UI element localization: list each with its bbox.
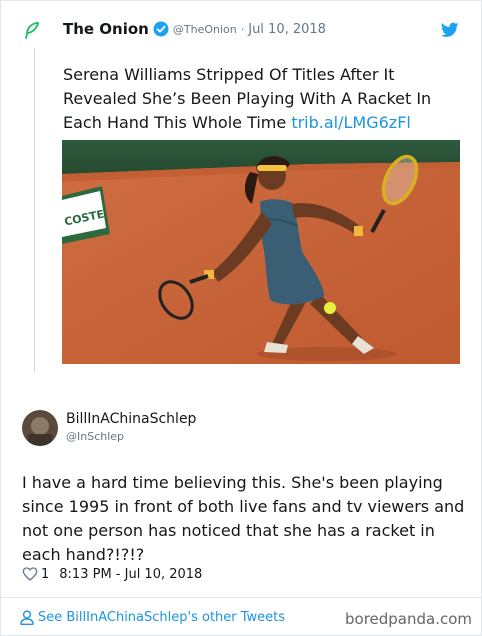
- tennis-player-photo[interactable]: COSTE: [62, 140, 460, 364]
- twitter-bird-icon[interactable]: [441, 22, 459, 38]
- heart-icon[interactable]: [22, 566, 38, 582]
- reply-author-name[interactable]: BillInAChinaSchlep: [66, 411, 196, 427]
- avatar-image: [22, 410, 58, 446]
- reply-tweet-text: I have a hard time believing this. She's…: [22, 473, 465, 564]
- tweet-meta: 1 8:13 PM - Jul 10, 2018: [22, 566, 202, 582]
- thread-line: [34, 48, 35, 372]
- verified-badge-icon: [153, 21, 169, 37]
- user-icon: [20, 610, 34, 625]
- divider: [0, 597, 482, 598]
- quoted-tweet-date[interactable]: Jul 10, 2018: [248, 22, 326, 37]
- quoted-author-name[interactable]: The Onion: [63, 20, 149, 38]
- see-other-tweets-label: See BillInAChinaSchlep's other Tweets: [38, 610, 286, 625]
- quoted-tweet-text: Serena Williams Stripped Of Titles After…: [63, 63, 463, 135]
- article-link[interactable]: trib.al/LMG6zFl: [291, 113, 411, 132]
- avatar[interactable]: [22, 410, 58, 446]
- tweet-timestamp[interactable]: 8:13 PM - Jul 10, 2018: [59, 567, 202, 582]
- quoted-tweet-header: The Onion @TheOnion · Jul 10, 2018: [63, 20, 326, 38]
- watermark: boredpanda.com: [345, 610, 473, 628]
- see-other-tweets-link[interactable]: See BillInAChinaSchlep's other Tweets: [20, 610, 285, 625]
- reply-author-handle[interactable]: @InSchlep: [66, 430, 124, 443]
- like-count: 1: [41, 566, 50, 582]
- quoted-author-handle[interactable]: @TheOnion: [173, 23, 237, 36]
- separator-dot: ·: [240, 22, 245, 36]
- feather-quote-icon: [25, 22, 39, 39]
